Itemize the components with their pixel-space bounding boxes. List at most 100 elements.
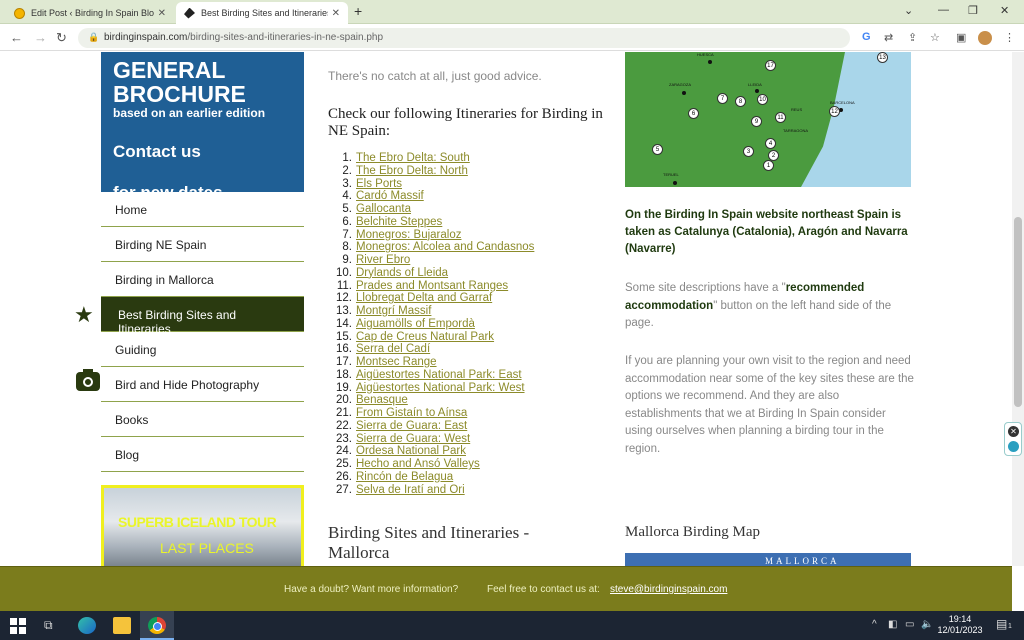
volume-icon[interactable]: 🔈 [921, 619, 933, 630]
more-menu-icon[interactable]: ⋮ [1004, 31, 1015, 44]
forward-arrow-icon[interactable]: → [34, 30, 47, 45]
map-marker[interactable]: 7 [717, 93, 728, 104]
side-panel-icon[interactable]: ▣ [956, 31, 966, 44]
itinerary-link[interactable]: Montgrí Massif [356, 305, 431, 317]
map-marker[interactable]: 1 [763, 160, 774, 171]
windows-start-icon[interactable] [10, 617, 28, 634]
map-marker[interactable]: 5 [652, 144, 663, 155]
itinerary-link[interactable]: Selva de Iratí and Ori [356, 484, 465, 496]
map-marker[interactable]: 4 [765, 138, 776, 149]
sidebar-item-best-birding-sites[interactable]: Best Birding Sites and Itineraries [101, 297, 304, 336]
sidebar-item-home[interactable]: Home [101, 192, 304, 227]
itinerary-link[interactable]: Monegros: Alcolea and Candasnos [356, 241, 534, 253]
map-city-teruel [673, 181, 677, 185]
bookmark-star-icon[interactable]: ☆ [930, 31, 940, 44]
sidebar-item-birding-ne-spain[interactable]: Birding NE Spain [101, 227, 304, 262]
itinerary-link[interactable]: Sierra de Guara: East [356, 420, 467, 432]
meet-icon[interactable]: ◧ [888, 619, 897, 630]
itinerary-link[interactable]: Sierra de Guara: West [356, 433, 470, 445]
sidebar-item-birding-mallorca[interactable]: Birding in Mallorca [101, 262, 304, 297]
itinerary-link[interactable]: Monegros: Bujaraloz [356, 229, 461, 241]
itinerary-link[interactable]: River Ebro [356, 254, 410, 266]
chrome-icon[interactable] [148, 617, 166, 634]
itinerary-link[interactable]: Els Ports [356, 178, 402, 190]
itinerary-link[interactable]: Aiguamölls of Empordà [356, 318, 475, 330]
map-marker[interactable]: 8 [735, 96, 746, 107]
itinerary-link[interactable]: Belchite Steppes [356, 216, 442, 228]
itinerary-number: 14. [336, 317, 352, 330]
itinerary-link[interactable]: Drylands of Lleida [356, 267, 448, 279]
itinerary-link[interactable]: Aigüestortes National Park: West [356, 382, 525, 394]
itinerary-link[interactable]: Serra del Cadí [356, 343, 430, 355]
map-marker[interactable]: 17 [765, 60, 776, 71]
itinerary-link[interactable]: Cap de Creus Natural Park [356, 331, 494, 343]
sidebar-item-photography[interactable]: Bird and Hide Photography [101, 367, 304, 402]
close-tab-icon[interactable]: ✕ [332, 8, 340, 19]
itinerary-link[interactable]: The Ebro Delta: North [356, 165, 468, 177]
itinerary-link[interactable]: From Gistaín to Aínsa [356, 407, 467, 419]
sidebar-item-guiding[interactable]: Guiding [101, 332, 304, 367]
google-icon[interactable]: G [862, 31, 871, 43]
restore-button[interactable]: ❐ [968, 4, 978, 17]
scrollbar-thumb[interactable] [1014, 217, 1022, 407]
close-widget-icon[interactable]: ✕ [1008, 426, 1019, 437]
browser-tab-bar: Edit Post ‹ Birding In Spain Blog — ✕ Be… [0, 0, 1024, 24]
itinerary-item: 16. Serra del Cadí [328, 343, 534, 356]
network-icon[interactable]: ▭ [905, 619, 914, 630]
reload-icon[interactable]: ↻ [56, 30, 67, 46]
mallorca-map-image[interactable]: MALLORCA [625, 553, 911, 566]
tab-best-birding-sites[interactable]: Best Birding Sites and Itineraries ✕ [176, 2, 348, 24]
itinerary-item: 12. Llobregat Delta and Garraf [328, 292, 534, 305]
profile-avatar-icon[interactable] [978, 31, 992, 45]
new-tab-button[interactable]: + [354, 3, 362, 19]
tab-search-icon[interactable]: ⌄ [904, 4, 913, 17]
itinerary-link[interactable]: Rincón de Belagua [356, 471, 453, 483]
itinerary-link[interactable]: Gallocanta [356, 203, 411, 215]
widget-icon[interactable] [1008, 441, 1019, 452]
close-tab-icon[interactable]: ✕ [158, 8, 166, 19]
map-marker[interactable]: 6 [688, 108, 699, 119]
itinerary-heading: Check our following Itineraries for Bird… [328, 106, 603, 139]
itinerary-link[interactable]: Aigüestortes National Park: East [356, 369, 522, 381]
floating-side-widget[interactable]: ✕ [1004, 422, 1022, 456]
itinerary-item: 11. Prades and Montsant Ranges [328, 280, 534, 293]
itinerary-link[interactable]: Hecho and Ansó Valleys [356, 458, 480, 470]
ne-spain-map[interactable]: HUESCA ZARAGOZA LLEIDA REUS BARCELONA TA… [625, 52, 911, 187]
footer-email-link[interactable]: steve@birdinginspain.com [610, 584, 727, 595]
itinerary-link[interactable]: Prades and Montsant Ranges [356, 280, 508, 292]
task-view-icon[interactable]: ⧉ [44, 618, 53, 633]
share-icon[interactable]: ⇪ [908, 31, 917, 44]
itinerary-link[interactable]: Ordesa National Park [356, 445, 466, 457]
itinerary-link[interactable]: The Ebro Delta: South [356, 152, 470, 164]
itinerary-item: 17. Montsec Range [328, 356, 534, 369]
mallorca-heading: Birding Sites and Itineraries - Mallorca [328, 523, 530, 562]
map-marker[interactable]: 11 [775, 112, 786, 123]
translate-icon[interactable]: ⇄ [884, 31, 893, 44]
tab-edit-post[interactable]: Edit Post ‹ Birding In Spain Blog — ✕ [6, 2, 174, 24]
back-arrow-icon[interactable]: ← [10, 30, 23, 45]
map-marker[interactable]: 9 [751, 116, 762, 127]
lock-icon: 🔒 [88, 32, 100, 42]
url-input[interactable]: 🔒 birdinginspain.com/birding-sites-and-i… [78, 28, 850, 48]
general-brochure-banner[interactable]: GENERAL BROCHURE based on an earlier edi… [101, 52, 304, 202]
minimize-button[interactable]: — [938, 4, 949, 16]
sidebar-item-blog[interactable]: Blog [101, 437, 304, 472]
map-marker[interactable]: 3 [743, 146, 754, 157]
itinerary-item: 2. The Ebro Delta: North [328, 165, 534, 178]
iceland-tour-banner[interactable]: SUPERB ICELAND TOUR LAST PLACES [101, 485, 304, 566]
sidebar-item-books[interactable]: Books [101, 402, 304, 437]
itinerary-link[interactable]: Benasque [356, 394, 408, 406]
close-window-button[interactable]: ✕ [1000, 4, 1009, 17]
page-scrollbar[interactable] [1012, 52, 1024, 566]
map-marker[interactable]: 13 [877, 52, 888, 63]
system-clock[interactable]: 19:14 12/01/2023 [935, 614, 985, 636]
notification-icon[interactable]: ▤ [996, 617, 1007, 631]
edge-icon[interactable] [78, 617, 96, 634]
chevron-up-icon[interactable]: ^ [872, 619, 877, 630]
file-explorer-icon[interactable] [113, 617, 131, 634]
itinerary-link[interactable]: Montsec Range [356, 356, 437, 368]
map-marker[interactable]: 12 [829, 106, 840, 117]
map-marker[interactable]: 10 [757, 94, 768, 105]
itinerary-link[interactable]: Cardó Massif [356, 190, 424, 202]
itinerary-link[interactable]: Llobregat Delta and Garraf [356, 292, 492, 304]
